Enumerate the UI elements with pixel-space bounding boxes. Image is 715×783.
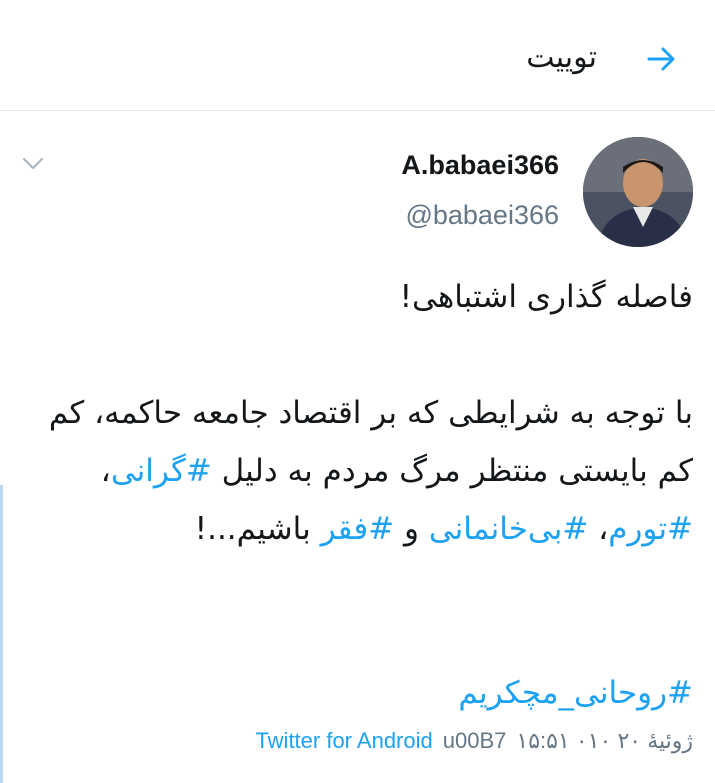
- back-button[interactable]: [645, 42, 679, 76]
- user-handle[interactable]: @babaei366: [405, 200, 559, 231]
- tweet-paragraph: با توجه به شرایطی که بر اقتصاد جامعه حاک…: [30, 384, 693, 558]
- avatar[interactable]: [583, 137, 693, 247]
- tweet-text: فاصله گذاری اشتباهی! با توجه به شرایطی ک…: [30, 268, 693, 558]
- separator: ،: [100, 453, 111, 489]
- avatar-photo: [583, 137, 693, 247]
- arrow-right-icon: [647, 47, 675, 71]
- source-link[interactable]: Twitter for Android: [255, 728, 432, 754]
- separator: و: [394, 511, 429, 547]
- hashtag-link[interactable]: #گرانی: [111, 453, 212, 489]
- hashtag-link[interactable]: #بی‌خانمانی: [429, 511, 589, 547]
- chevron-down-icon: [22, 157, 44, 170]
- hashtag-link[interactable]: #روحانی_مچکریم: [458, 664, 693, 722]
- hashtag-link[interactable]: #تورم: [608, 511, 693, 547]
- page-title: توییت: [526, 40, 597, 75]
- thread-line: [0, 485, 3, 783]
- more-options-button[interactable]: [18, 150, 48, 176]
- hashtag-link[interactable]: #فقر: [321, 511, 395, 547]
- separator: ،: [588, 511, 609, 547]
- tweet-tail: باشیم...!: [194, 511, 321, 547]
- top-bar: توییت: [0, 0, 715, 111]
- tweet-meta: Twitter for Android u00B7 ۱۵:۵۱ ۰۱۰ ژوئی…: [255, 728, 693, 754]
- display-name[interactable]: A.babaei366: [401, 150, 559, 181]
- tweet-line: فاصله گذاری اشتباهی!: [399, 279, 693, 315]
- source-separator: u00B7: [442, 728, 507, 753]
- timestamp: ۱۵:۵۱ ۰۱۰ ژوئیهٔ ۲۰: [516, 728, 693, 753]
